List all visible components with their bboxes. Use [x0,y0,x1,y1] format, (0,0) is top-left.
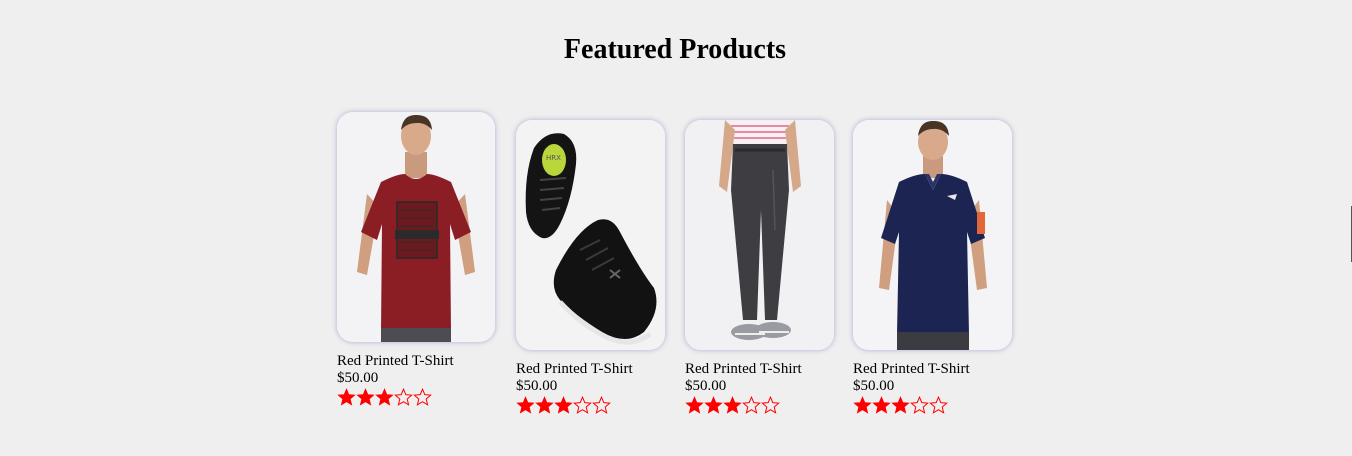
product-price: $50.00 [685,378,727,394]
star-outline-icon [742,396,761,414]
star-outline-icon [929,396,948,414]
product-rating [516,396,676,416]
star-filled-icon [891,396,910,414]
section-title: Featured Products [563,34,787,65]
product-image-red-t-shirt[interactable] [337,112,495,342]
star-outline-icon [413,388,432,406]
product-price: $50.00 [337,370,379,386]
product-card[interactable]: Red Printed T-Shirt $50.00 [337,112,497,408]
product-card[interactable]: Red Printed T-Shirt $50.00 [685,120,845,416]
product-price: $50.00 [516,378,558,394]
product-rating [337,388,497,408]
star-filled-icon [356,388,375,406]
svg-text:HRX: HRX [546,154,561,162]
star-filled-icon [723,396,742,414]
product-image-black-sneakers[interactable]: HRX [516,120,665,350]
star-filled-icon [554,396,573,414]
product-name[interactable]: Red Printed T-Shirt [337,352,497,370]
star-filled-icon [375,388,394,406]
product-rating [853,396,1013,416]
star-filled-icon [685,396,704,414]
star-filled-icon [704,396,723,414]
star-outline-icon [592,396,611,414]
product-image-navy-polo[interactable] [853,120,1012,350]
product-name[interactable]: Red Printed T-Shirt [853,360,1013,378]
product-card[interactable]: Red Printed T-Shirt $50.00 [853,120,1013,416]
product-name[interactable]: Red Printed T-Shirt [685,360,845,378]
star-outline-icon [761,396,780,414]
product-name[interactable]: Red Printed T-Shirt [516,360,676,378]
star-filled-icon [535,396,554,414]
product-rating [685,396,845,416]
product-image-grey-trousers[interactable] [685,120,834,350]
featured-products-section: Featured Products Red Printed T-Shirt $5… [0,0,1352,456]
product-card[interactable]: HRX Red Printed T-Shirt $50.00 [516,120,676,416]
star-filled-icon [516,396,535,414]
star-outline-icon [394,388,413,406]
star-outline-icon [573,396,592,414]
star-outline-icon [910,396,929,414]
product-price: $50.00 [853,378,895,394]
star-filled-icon [872,396,891,414]
star-filled-icon [853,396,872,414]
star-filled-icon [337,388,356,406]
